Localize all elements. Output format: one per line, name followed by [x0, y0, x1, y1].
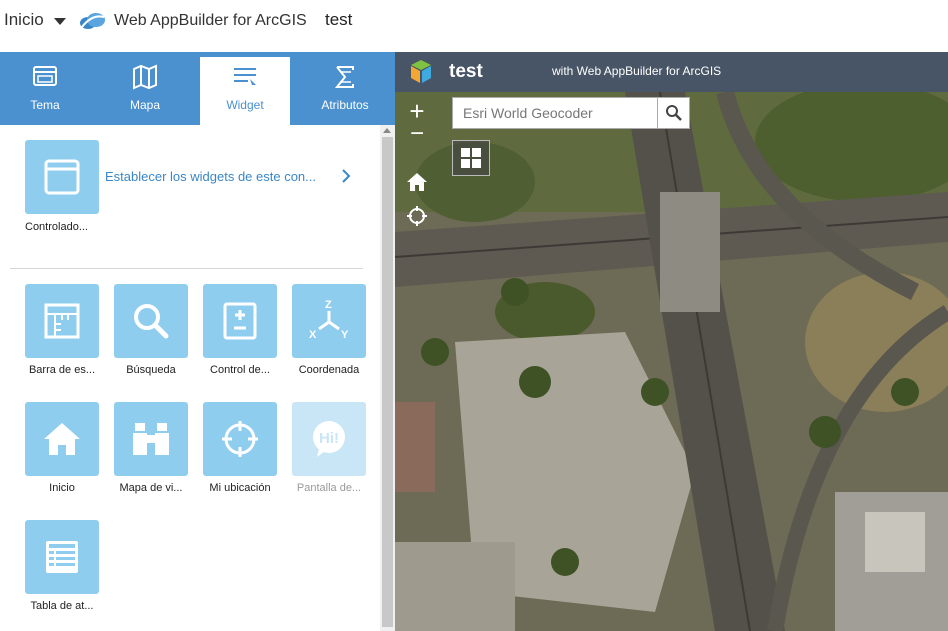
- map-icon: [133, 64, 157, 90]
- search-icon: [134, 304, 169, 339]
- home-icon: [44, 423, 80, 455]
- tab-widget[interactable]: Widget: [200, 57, 290, 125]
- tab-bar: Tema Mapa Widget Atributos: [0, 52, 395, 125]
- app-logo-icon: [411, 60, 431, 83]
- tab-theme-label: Tema: [30, 98, 60, 112]
- divider: [10, 268, 363, 269]
- widget-label-my-location: Mi ubicación: [209, 482, 271, 494]
- locate-icon: [222, 421, 258, 457]
- cloud-logo-icon: [80, 13, 105, 29]
- locate-icon[interactable]: [405, 204, 429, 228]
- scrollbar-thumb[interactable]: [382, 137, 393, 627]
- svg-text:X: X: [309, 329, 317, 341]
- widget-tile-my-location[interactable]: [203, 402, 277, 476]
- widget-panel-body: Controlado... Establecer los widgets de …: [0, 125, 380, 631]
- search-icon: [665, 105, 682, 121]
- theme-icon: [33, 66, 57, 86]
- splash-icon: Hi!: [313, 421, 345, 457]
- widget-label-overview-map: Mapa de vi...: [119, 482, 183, 494]
- widget-tile-search[interactable]: [114, 284, 188, 358]
- map-subtitle: with Web AppBuilder for ArcGIS: [552, 64, 722, 78]
- grid-icon: [461, 148, 481, 168]
- coordinate-icon: Z X Y: [309, 299, 349, 341]
- panel-scrollbar[interactable]: [380, 125, 395, 631]
- attributes-icon: [334, 66, 354, 88]
- widget-label-home: Inicio: [49, 482, 75, 494]
- map-view[interactable]: test with Web AppBuilder for ArcGIS + − …: [395, 52, 948, 631]
- widget-label-splash: Pantalla de...: [296, 482, 362, 494]
- window-icon: [44, 159, 80, 195]
- scalebar-icon: [44, 303, 80, 339]
- zoom-out-button[interactable]: −: [401, 122, 433, 146]
- tab-attributes-label: Atributos: [321, 98, 369, 112]
- widget-icon: [234, 68, 256, 85]
- tab-attributes[interactable]: Atributos: [300, 52, 390, 125]
- widget-tile-scalebar[interactable]: [25, 284, 99, 358]
- binoculars-icon: [133, 423, 169, 455]
- top-bar: Inicio Web AppBuilder for ArcGIS test: [0, 0, 948, 52]
- chevron-down-icon: [53, 17, 66, 25]
- home-menu-label: Inicio: [4, 10, 44, 29]
- brand: Web AppBuilder for ArcGIS: [78, 12, 307, 30]
- map-header: test with Web AppBuilder for ArcGIS: [395, 52, 948, 92]
- widget-controller-label: Controlado...: [25, 221, 88, 233]
- widget-tile-overview-map[interactable]: [114, 402, 188, 476]
- home-menu[interactable]: Inicio: [4, 10, 66, 30]
- left-panel: Tema Mapa Widget Atributos Controlado...…: [0, 52, 395, 631]
- widget-label-attribute-table: Tabla de at...: [30, 600, 94, 612]
- chevron-right-icon[interactable]: [340, 169, 352, 183]
- widget-grid-button[interactable]: [452, 140, 490, 176]
- svg-text:Y: Y: [341, 329, 349, 341]
- tab-map-label: Mapa: [129, 98, 161, 112]
- widget-label-coordinate: Coordenada: [298, 364, 360, 376]
- geocoder-search-button[interactable]: [657, 97, 690, 129]
- home-icon[interactable]: [405, 170, 429, 194]
- scroll-up-arrow-icon[interactable]: [383, 128, 391, 133]
- svg-text:Hi!: Hi!: [319, 430, 339, 447]
- widget-tile-splash[interactable]: Hi!: [292, 402, 366, 476]
- widget-tile-home[interactable]: [25, 402, 99, 476]
- table-icon: [46, 541, 78, 573]
- map-title: test: [449, 61, 483, 82]
- layer-control-icon: [223, 302, 257, 340]
- widget-label-search: Búsqueda: [126, 364, 176, 376]
- widget-tile-attribute-table[interactable]: [25, 520, 99, 594]
- widget-controller-tile[interactable]: [25, 140, 99, 214]
- tab-theme[interactable]: Tema: [0, 52, 90, 125]
- app-name: test: [325, 10, 353, 29]
- brand-label: Web AppBuilder for ArcGIS: [114, 12, 307, 29]
- widget-tile-coordinate[interactable]: Z X Y: [292, 284, 366, 358]
- widget-label-scalebar: Barra de es...: [28, 364, 96, 376]
- widget-tile-layer-control[interactable]: [203, 284, 277, 358]
- widget-label-layer-control: Control de...: [210, 364, 270, 376]
- geocoder-search-input[interactable]: Esri World Geocoder: [452, 97, 658, 129]
- svg-text:Z: Z: [325, 299, 332, 311]
- set-widgets-link[interactable]: Establecer los widgets de este con...: [105, 169, 316, 184]
- tab-widget-label: Widget: [226, 98, 264, 112]
- tab-map[interactable]: Mapa: [100, 52, 190, 125]
